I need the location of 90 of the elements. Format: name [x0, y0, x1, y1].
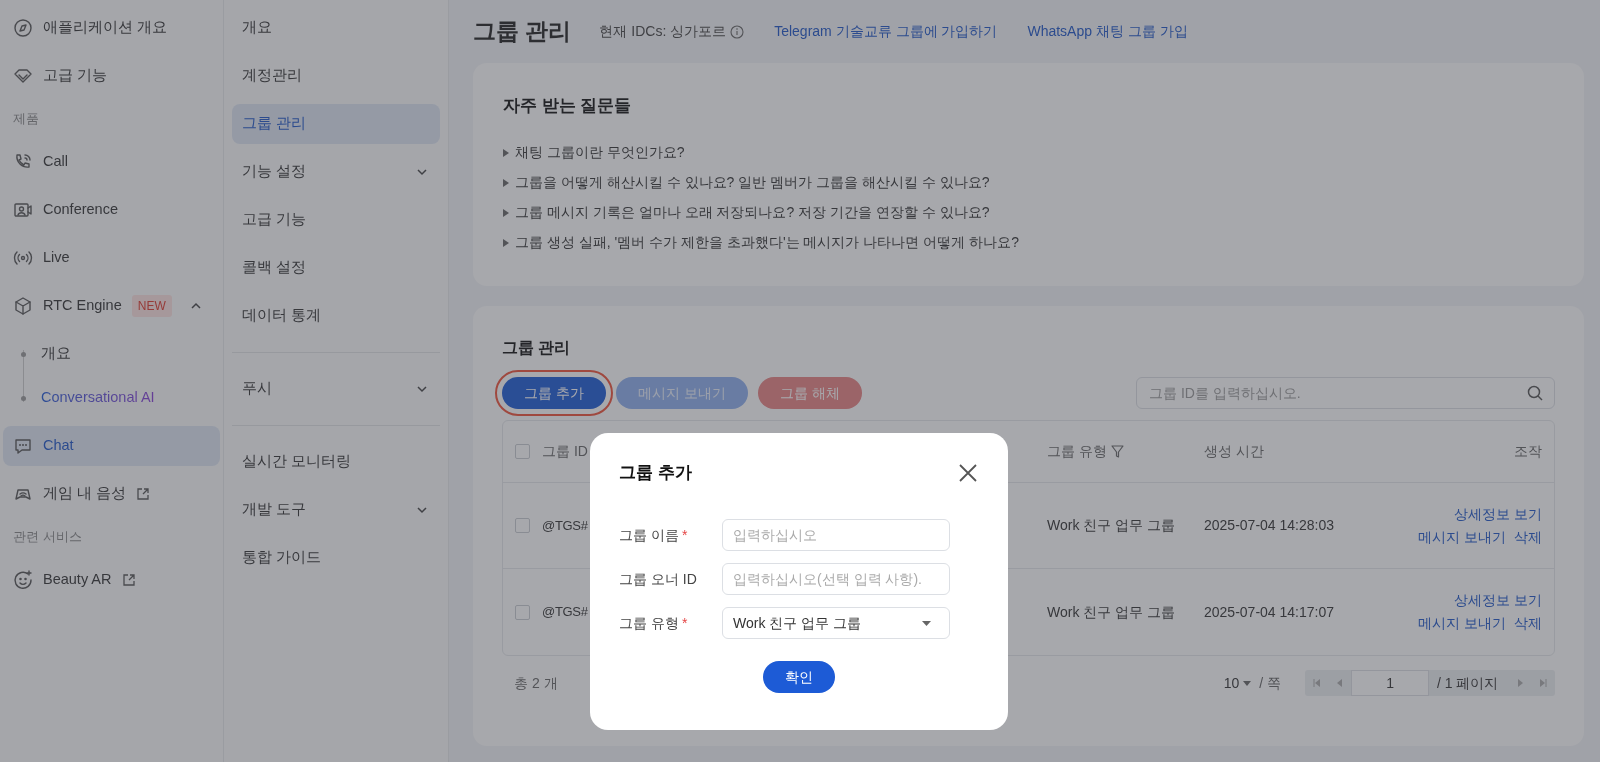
next-page-icon	[1516, 679, 1525, 687]
last-page-icon	[1539, 679, 1548, 687]
sidebar-item[interactable]: Live	[3, 238, 220, 278]
action-link[interactable]: 메시지 보내기	[1418, 526, 1506, 548]
select-field[interactable]: Work 친구 업무 그룹	[722, 607, 950, 639]
nav-item[interactable]: 통합 가이드	[231, 538, 440, 578]
required-mark: *	[681, 525, 688, 545]
caret-down-icon	[1243, 680, 1252, 686]
community-link[interactable]: Telegram 기술교류 그룹에 가입하기	[774, 21, 998, 42]
faq-question[interactable]: 그룹을 어떻게 해산시킬 수 있나요? 일반 멤버가 그룹을 해산시킬 수 있나요?	[515, 172, 990, 194]
nav-item[interactable]: 고급 기능	[231, 200, 440, 240]
page-count: / 1 페이지	[1436, 673, 1500, 693]
sidebar-item[interactable]: RTC Engine NEW	[3, 286, 220, 326]
table-cell-text: @TGS#	[542, 516, 588, 535]
cube-icon	[13, 296, 33, 316]
nav-item[interactable]: 개요	[231, 8, 440, 48]
action-link[interactable]: 메시지 보내기	[1418, 613, 1506, 634]
faq-question[interactable]: 그룹 생성 실패, '멤버 수가 제한을 초과했다'는 메시지가 나타나면 어떻게 하나요?	[515, 232, 1019, 254]
required-mark: *	[681, 613, 688, 633]
sidebar-item[interactable]: 애플리케이션 개요	[3, 8, 220, 48]
input-field[interactable]: 입력하십시오(선택 입력 사항).	[722, 563, 950, 595]
field-label: 그룹 오너 ID	[619, 569, 697, 589]
external-link-icon	[136, 487, 151, 501]
section-title: 그룹 관리	[502, 338, 572, 358]
action-link[interactable]: 상세정보 보기	[1454, 590, 1542, 611]
new-badge: NEW	[131, 295, 172, 317]
faq-title: 자주 받는 질문들	[503, 95, 633, 116]
caret-right-icon	[503, 178, 509, 187]
table-cell-text: Work 친구 업무 그룹	[1047, 602, 1176, 622]
chat-bubble-icon	[13, 436, 33, 456]
column-header: 그룹 유형	[1047, 442, 1107, 461]
sidebar-item[interactable]: Conference	[3, 190, 220, 230]
idc-label: 현재 IDCs: 싱가포르	[599, 22, 727, 41]
search-icon	[1527, 385, 1543, 401]
smiley-icon	[13, 570, 33, 590]
caret-right-icon	[503, 238, 509, 247]
sidebar-item[interactable]: 게임 내 음성	[3, 474, 220, 514]
total-count: 총 2 개	[514, 673, 558, 693]
section-label: 제품	[12, 110, 40, 129]
action-link[interactable]: 상세정보 보기	[1454, 503, 1542, 525]
table-cell-text: @TGS#	[542, 603, 588, 622]
table-cell-text: 2025-07-04 14:28:03	[1204, 516, 1334, 535]
close-button[interactable]	[957, 462, 979, 484]
sidebar-item[interactable]: Call	[3, 142, 220, 182]
faq-question[interactable]: 채팅 그룹이란 무엇인가요?	[515, 142, 685, 164]
nav-item[interactable]: 실시간 모니터링	[231, 442, 440, 482]
first-page-icon	[1312, 679, 1321, 687]
caret-right-icon	[503, 148, 509, 157]
sidebar-item[interactable]: Beauty AR	[3, 560, 220, 600]
nav-item[interactable]: 콜백 설정	[231, 248, 440, 288]
input-field[interactable]: 입력하십시오	[722, 519, 950, 551]
submenu-item[interactable]: 개요	[41, 343, 71, 365]
dialog-title: 그룹 추가	[619, 462, 692, 485]
info-icon	[730, 24, 745, 39]
field-label: 그룹 이름	[619, 525, 679, 545]
compass-icon	[13, 18, 33, 38]
sidebar-item[interactable]: Chat	[3, 426, 220, 466]
caret-down-icon	[922, 620, 931, 626]
caret-right-icon	[503, 208, 509, 217]
confirm-button[interactable]: 확인	[763, 661, 835, 693]
faq-question[interactable]: 그룹 메시지 기록은 얼마나 오래 저장되나요? 저장 기간을 연장할 수 있나요?	[515, 202, 990, 224]
checkbox[interactable]	[515, 604, 530, 620]
page-size-select[interactable]: 10	[1223, 672, 1240, 694]
external-link-icon	[121, 573, 136, 587]
video-person-icon	[13, 200, 33, 220]
sidebar-item[interactable]: 고급 기능	[3, 56, 220, 96]
close-icon	[958, 463, 978, 483]
column-header: 생성 시간	[1204, 442, 1264, 461]
nav-item[interactable]: 기능 설정	[231, 152, 440, 192]
page-input[interactable]: 1	[1351, 670, 1429, 696]
table-cell-text: 2025-07-04 14:17:07	[1204, 602, 1334, 622]
table-cell-text: Work 친구 업무 그룹	[1047, 516, 1176, 535]
column-header: 조작	[1514, 442, 1542, 461]
nav-item[interactable]: 푸시	[231, 369, 440, 409]
checkbox[interactable]	[515, 518, 530, 533]
prev-page-icon	[1335, 679, 1344, 687]
page-title: 그룹 관리	[473, 17, 572, 47]
filter-icon	[1110, 445, 1124, 458]
action-link[interactable]: 삭제	[1514, 526, 1542, 548]
community-link[interactable]: WhatsApp 채팅 그룹 가입	[1027, 21, 1188, 42]
field-label: 그룹 유형	[619, 613, 679, 633]
action-link[interactable]: 삭제	[1514, 613, 1542, 634]
nav-item[interactable]: 그룹 관리	[231, 104, 440, 144]
nav-item[interactable]: 개발 도구	[231, 490, 440, 530]
section-label: 관련 서비스	[12, 528, 83, 547]
nav-item[interactable]: 데이터 통계	[231, 296, 440, 336]
nav-item[interactable]: 계정관리	[231, 56, 440, 96]
page-size-unit: / 쪽	[1259, 673, 1281, 693]
column-header: 그룹 ID	[542, 442, 588, 461]
checkbox[interactable]	[515, 444, 530, 459]
